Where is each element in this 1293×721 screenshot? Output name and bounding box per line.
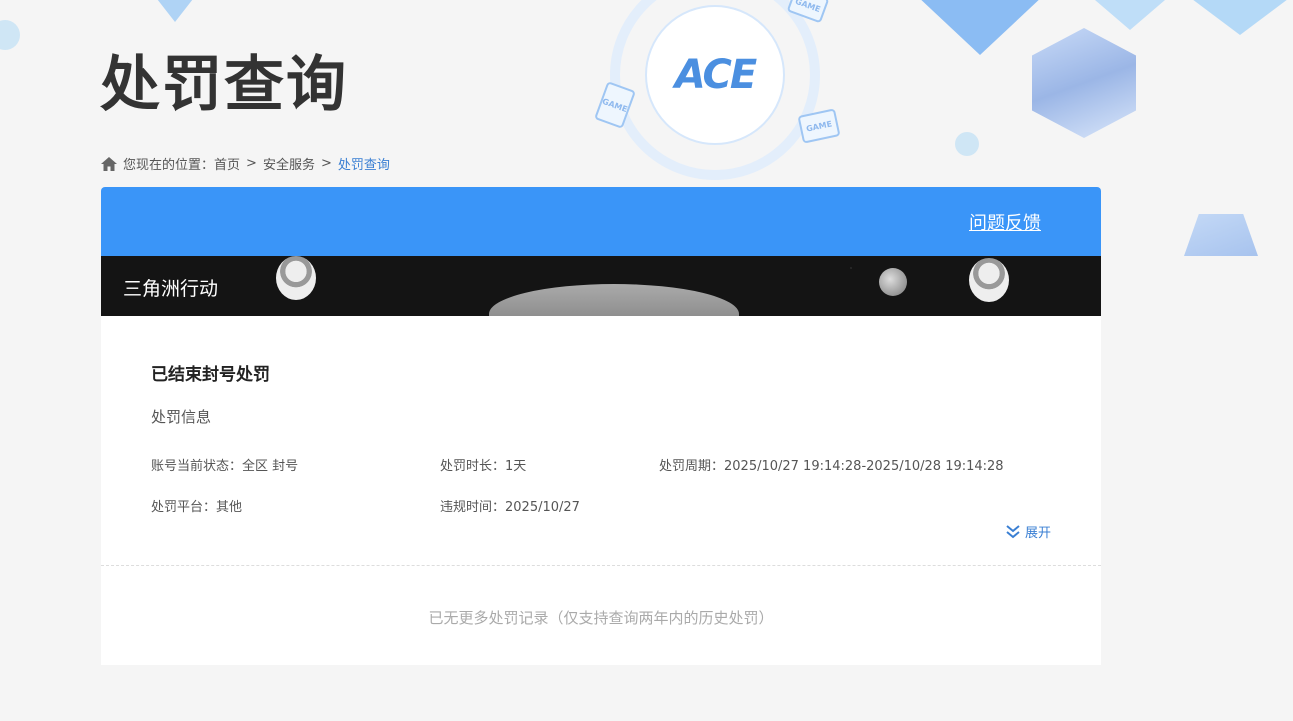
decor-dot [0,20,20,50]
section-label: 处罚信息 [151,408,212,426]
penalty-duration: 处罚时长：1天 [440,459,527,474]
penalty-platform: 处罚平台：其他 [151,500,243,515]
character-portrait-small [1184,214,1258,256]
astronaut-icon [276,256,316,300]
divider [101,565,1101,566]
ace-logo-text: ACE [674,52,757,98]
game-name: 三角洲行动 [123,278,219,300]
violation-time: 违规时间：2025/10/27 [440,500,580,515]
game-card-icon: GAME [594,81,636,129]
game-banner: 三角洲行动 [101,256,1101,316]
decor-ring [645,5,785,145]
status-title: 已结束封号处罚 [151,365,270,385]
breadcrumb-separator: > [246,156,257,171]
account-status: 账号当前状态：全区 封号 [151,459,299,474]
page-title: 处罚查询 [100,50,348,120]
chevron-double-down-icon [1006,524,1020,538]
game-card-label: GAME [794,0,822,14]
breadcrumb: 您现在的位置： 首页 > 安全服务 > 处罚查询 [101,154,390,173]
breadcrumb-current: 处罚查询 [337,158,390,173]
home-icon [101,156,117,171]
game-card-label: GAME [601,96,629,114]
card-header: 问题反馈 [101,187,1101,256]
game-card-icon: GAME [786,0,830,24]
no-more-records: 已无更多处罚记录（仅支持查询两年内的历史处罚） [428,609,774,627]
expand-button[interactable]: 展开 [1005,522,1051,541]
decor-triangle [1180,0,1293,35]
penalty-card: 问题反馈 三角洲行动 已结束封号处罚 处罚信息 账号当前状态：全区 封号 处罚时… [101,187,1101,665]
ace-logo: ACE [645,5,785,145]
expand-label: 展开 [1024,526,1051,541]
breadcrumb-separator: > [320,156,332,171]
decor-triangle [150,0,200,22]
decor-ring [610,0,820,180]
breadcrumb-prefix: 您现在的位置： [123,158,215,173]
astronaut-icon [969,258,1009,302]
penalty-period: 处罚周期：2025/10/27 19:14:28-2025/10/28 19:1… [659,459,1004,474]
breadcrumb-home[interactable]: 首页 [214,154,240,173]
decor-dot [955,132,979,156]
decor-triangle [1060,0,1200,30]
planet-icon [879,268,907,296]
decor-triangle [900,0,1060,55]
character-portrait [1032,28,1136,138]
feedback-link[interactable]: 问题反馈 [969,209,1041,235]
game-card-icon: GAME [797,108,841,144]
game-card-label: GAME [805,118,833,134]
breadcrumb-section[interactable]: 安全服务 [263,154,315,173]
